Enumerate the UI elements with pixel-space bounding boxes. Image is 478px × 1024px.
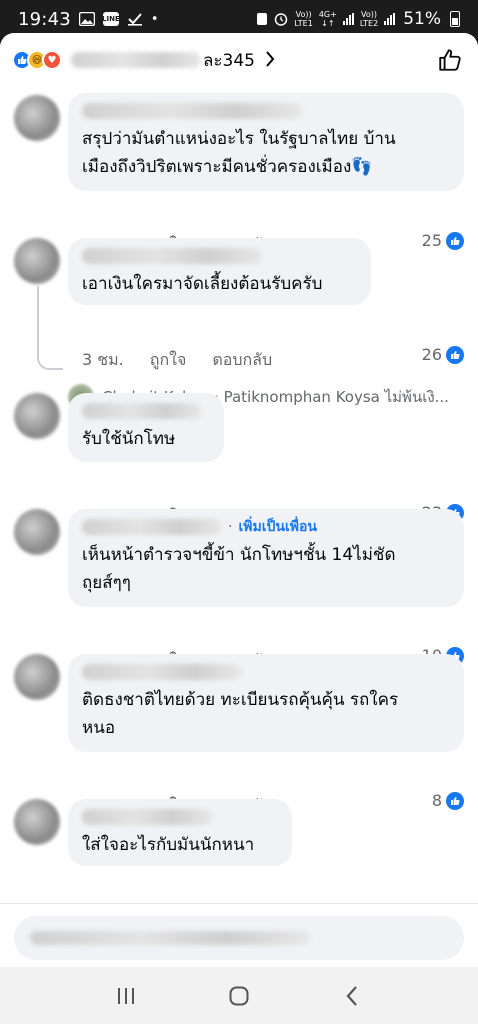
reaction-names-blurred bbox=[71, 52, 201, 68]
commenter-name-blurred bbox=[82, 248, 262, 264]
check-task-icon bbox=[127, 12, 143, 26]
comment-text-line: หนอ bbox=[82, 718, 116, 738]
signal-1-icon bbox=[342, 13, 354, 25]
comment-bubble[interactable]: ใส่ใจอะไรกับมันนักหนา bbox=[68, 799, 292, 866]
like-badge-icon bbox=[446, 791, 464, 810]
thumbs-up-icon bbox=[439, 49, 461, 71]
thread-line bbox=[37, 286, 39, 352]
comment-text-line: เอาเงินใครมาจัดเลี้ยงต้อนรับครับ bbox=[82, 274, 323, 294]
chevron-right-icon bbox=[265, 48, 275, 72]
thread-elbow bbox=[37, 352, 63, 370]
commenter-name-blurred bbox=[82, 519, 222, 535]
comment-like-count[interactable]: 25 bbox=[422, 231, 464, 250]
notification-dot-icon: • bbox=[150, 11, 159, 27]
data-saver-icon bbox=[256, 12, 268, 26]
avatar[interactable] bbox=[14, 238, 60, 284]
comment-like-count[interactable]: 8 bbox=[432, 791, 464, 810]
love-reaction-icon: ♥ bbox=[42, 50, 62, 70]
reaction-icons: 😆 ♥ bbox=[12, 50, 62, 70]
comment-input[interactable] bbox=[14, 916, 464, 960]
avatar[interactable] bbox=[14, 393, 60, 439]
battery-percent: 51% bbox=[403, 9, 441, 29]
avatar[interactable] bbox=[14, 799, 60, 845]
home-button[interactable] bbox=[214, 976, 264, 1016]
comment-composer bbox=[0, 903, 478, 967]
like-badge-icon bbox=[446, 345, 464, 364]
avatar[interactable] bbox=[14, 654, 60, 700]
commenter-name-blurred bbox=[82, 403, 202, 419]
comment-text-line: เห็นหน้าตำรวจฯขี้ข้า นักโทษฯชั้น 14ไม่ชั… bbox=[82, 545, 396, 565]
reaction-count: ละ345 bbox=[203, 50, 255, 71]
status-time: 19:43 bbox=[18, 8, 71, 30]
gallery-icon bbox=[78, 12, 95, 26]
back-button[interactable] bbox=[327, 976, 377, 1016]
comment-text-line: สรุปว่ามันตำแหน่งอะไร ในรัฐบาลไทย บ้าน bbox=[82, 129, 396, 149]
home-icon bbox=[229, 986, 249, 1005]
comment-text-line: ติดธงชาติไทยด้วย ทะเบียนรถคุ้นคุ้น รถใคร bbox=[82, 690, 399, 710]
comment-bubble[interactable]: สรุปว่ามันตำแหน่งอะไร ในรัฐบาลไทย บ้าน เ… bbox=[68, 93, 464, 191]
comment-bubble[interactable]: เอาเงินใครมาจัดเลี้ยงต้อนรับครับ bbox=[68, 238, 371, 305]
comment-like-count[interactable]: 26 bbox=[422, 345, 464, 364]
comment-text-line: รับใช้นักโทษ bbox=[82, 429, 176, 449]
sim2-network: Vo)) LTE2 bbox=[359, 10, 379, 28]
comment-text-line: ถุยส์ๆๆ bbox=[82, 573, 131, 593]
like-badge-icon bbox=[446, 231, 464, 250]
add-friend-button[interactable]: เพิ่มเป็นเพื่อน bbox=[238, 516, 316, 538]
reactions-header[interactable]: 😆 ♥ ละ345 bbox=[0, 33, 478, 87]
comment-bubble[interactable]: รับใช้นักโทษ bbox=[68, 393, 224, 462]
sim1-network: Vo)) LTE1 bbox=[294, 10, 313, 28]
back-icon bbox=[346, 985, 357, 1006]
android-nav-bar bbox=[0, 967, 478, 1024]
comment-bubble[interactable]: ติดธงชาติไทยด้วย ทะเบียนรถคุ้นคุ้น รถใคร… bbox=[68, 654, 464, 752]
comment-time: 3 ชม. bbox=[82, 350, 124, 369]
battery-icon bbox=[450, 11, 460, 27]
input-placeholder-blurred bbox=[30, 931, 310, 945]
reply-button[interactable]: ตอบกลับ bbox=[212, 348, 272, 373]
recents-button[interactable] bbox=[101, 976, 151, 1016]
commenter-name-blurred bbox=[82, 103, 302, 119]
commenter-name-blurred bbox=[82, 664, 242, 680]
like-post-button[interactable] bbox=[434, 44, 466, 76]
signal-2-icon bbox=[384, 13, 396, 25]
line-app-icon: LINE bbox=[102, 12, 120, 26]
comment-bubble[interactable]: · เพิ่มเป็นเพื่อน เห็นหน้าตำรวจฯขี้ข้า น… bbox=[68, 509, 464, 607]
avatar[interactable] bbox=[14, 509, 60, 555]
like-comment-button[interactable]: ถูกใจ bbox=[150, 348, 187, 373]
alarm-icon bbox=[274, 12, 288, 26]
net-type: 4G+ ↓↑ bbox=[318, 10, 337, 28]
comment-text-line: เมืองถึงวิปริตเพราะมีคนชั่วครองเมือง👣 bbox=[82, 157, 373, 177]
recents-icon bbox=[118, 987, 135, 1004]
commenter-name-blurred bbox=[82, 809, 212, 825]
comments-sheet: 😆 ♥ ละ345 สรุปว่ามันตำแหน่งอะไร ในรัฐบาล… bbox=[0, 33, 478, 967]
comment-text-line: ใส่ใจอะไรกับมันนักหนา bbox=[82, 835, 255, 855]
avatar[interactable] bbox=[14, 95, 60, 141]
